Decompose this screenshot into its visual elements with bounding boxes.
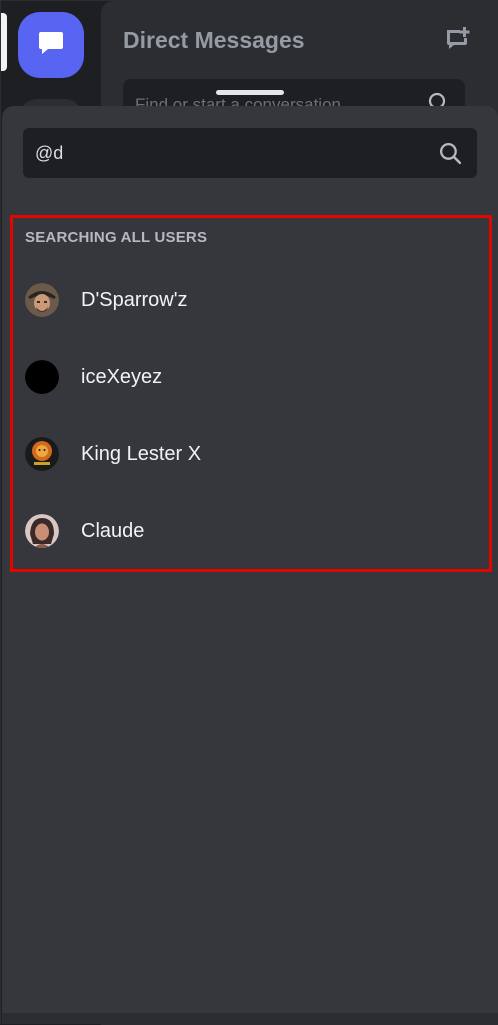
user-result-row[interactable]: Claude	[13, 501, 489, 561]
sheet-drag-handle[interactable]	[216, 90, 284, 95]
user-name: Claude	[81, 519, 145, 542]
dm-panel-title: Direct Messages	[123, 27, 305, 53]
portrait-avatar	[25, 514, 59, 548]
direct-messages-home-button[interactable]	[18, 12, 84, 78]
app-window: Direct Messages Find or start a conversa…	[0, 0, 498, 1025]
search-results-highlight: SEARCHING ALL USERS D'Sparrow'z iceXeyez…	[10, 215, 492, 572]
pirate-avatar	[25, 283, 59, 317]
new-message-icon[interactable]	[443, 25, 471, 58]
user-search-input[interactable]	[35, 128, 425, 178]
black-avatar	[25, 360, 59, 394]
search-sheet: SEARCHING ALL USERS D'Sparrow'z	[2, 90, 498, 1018]
bottom-bar	[2, 1013, 498, 1024]
user-result-row[interactable]: D'Sparrow'z	[13, 270, 489, 330]
user-search-field[interactable]	[23, 128, 477, 178]
user-name: iceXeyez	[81, 365, 163, 388]
search-icon[interactable]	[438, 141, 463, 171]
user-name: King Lester X	[81, 442, 202, 465]
selected-server-indicator	[1, 13, 7, 71]
search-section-header: SEARCHING ALL USERS	[25, 229, 208, 246]
user-name: D'Sparrow'z	[81, 288, 188, 311]
user-result-row[interactable]: iceXeyez	[13, 347, 489, 407]
lion-avatar	[25, 437, 59, 471]
user-result-row[interactable]: King Lester X	[13, 424, 489, 484]
chat-bubble-icon	[36, 28, 66, 63]
